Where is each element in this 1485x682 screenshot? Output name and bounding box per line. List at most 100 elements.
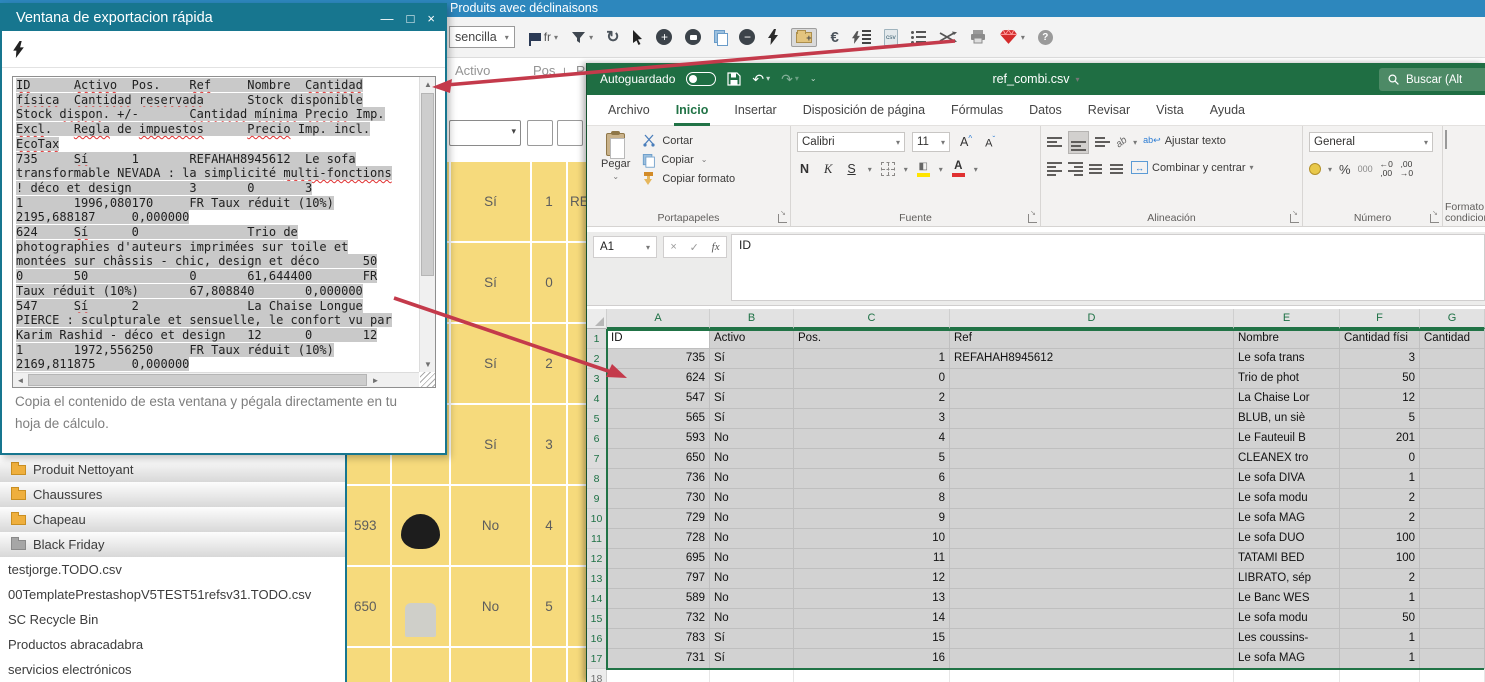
cell-F14[interactable]: 1 bbox=[1340, 589, 1420, 609]
cut-button[interactable]: Cortar bbox=[642, 131, 735, 150]
conditional-formatting-icon[interactable] bbox=[1445, 130, 1447, 149]
vertical-scrollbar[interactable]: ▲ ▼ bbox=[419, 77, 435, 372]
cell-activo[interactable]: No bbox=[451, 567, 530, 646]
tab-ayuda[interactable]: Ayuda bbox=[1197, 95, 1258, 126]
maximize-button[interactable]: □ bbox=[407, 11, 415, 26]
column-header-B[interactable]: B bbox=[710, 309, 794, 329]
cell-A1[interactable]: ID bbox=[607, 329, 710, 349]
align-right-button[interactable] bbox=[1068, 162, 1083, 176]
horizontal-scrollbar[interactable]: ◄ ► bbox=[13, 372, 419, 387]
cell-G1[interactable]: Cantidad bbox=[1420, 329, 1485, 349]
cell-F1[interactable]: Cantidad físi bbox=[1340, 329, 1420, 349]
accounting-format-button[interactable] bbox=[1309, 163, 1321, 175]
tab-datos[interactable]: Datos bbox=[1016, 95, 1075, 126]
cell-ref[interactable] bbox=[568, 405, 586, 484]
cell-D13[interactable] bbox=[950, 569, 1234, 589]
product-image-chair[interactable] bbox=[392, 567, 449, 646]
row-header-7[interactable]: 7 bbox=[587, 449, 607, 469]
cell-C4[interactable]: 2 bbox=[794, 389, 950, 409]
cell-E17[interactable]: Le sofa MAG bbox=[1234, 649, 1340, 669]
cell-D17[interactable] bbox=[950, 649, 1234, 669]
sidebar-item[interactable]: Chaussures bbox=[0, 482, 345, 507]
cell-ref[interactable] bbox=[568, 648, 586, 682]
cell-G15[interactable] bbox=[1420, 609, 1485, 629]
scroll-right-icon[interactable]: ► bbox=[368, 373, 383, 388]
select-all-corner[interactable] bbox=[587, 309, 607, 329]
row-header-12[interactable]: 12 bbox=[587, 549, 607, 569]
cell-id[interactable]: 650 bbox=[347, 567, 390, 646]
cell-E4[interactable]: La Chaise Lor bbox=[1234, 389, 1340, 409]
cell-D6[interactable] bbox=[950, 429, 1234, 449]
scroll-left-icon[interactable]: ◄ bbox=[13, 373, 28, 388]
cell-G16[interactable] bbox=[1420, 629, 1485, 649]
tab-disposici-n-de-p-gina[interactable]: Disposición de página bbox=[790, 95, 938, 126]
cell-F18[interactable] bbox=[1340, 669, 1420, 682]
cell-D16[interactable] bbox=[950, 629, 1234, 649]
cell-B2[interactable]: Sí bbox=[710, 349, 794, 369]
close-button[interactable]: × bbox=[427, 11, 435, 26]
paste-button[interactable]: Pegar ⌄ bbox=[593, 131, 638, 188]
fill-color-button[interactable]: ◧ bbox=[917, 162, 930, 177]
export-textarea[interactable]: ID Activo Pos. Ref Nombre Cantidad físic… bbox=[12, 76, 436, 388]
cell-D14[interactable] bbox=[950, 589, 1234, 609]
cell-E14[interactable]: Le Banc WES bbox=[1234, 589, 1340, 609]
cell-pos[interactable]: 4 bbox=[532, 486, 566, 565]
cell-G5[interactable] bbox=[1420, 409, 1485, 429]
cell-D15[interactable] bbox=[950, 609, 1234, 629]
cell-A14[interactable]: 589 bbox=[607, 589, 710, 609]
cell-C9[interactable]: 8 bbox=[794, 489, 950, 509]
select-cursor-button[interactable] bbox=[632, 30, 643, 45]
cell-D10[interactable] bbox=[950, 509, 1234, 529]
cell-D18[interactable] bbox=[950, 669, 1234, 682]
row-header-16[interactable]: 16 bbox=[587, 629, 607, 649]
cell-A12[interactable]: 695 bbox=[607, 549, 710, 569]
formula-input[interactable]: ID bbox=[731, 234, 1485, 301]
cell-F16[interactable]: 1 bbox=[1340, 629, 1420, 649]
cell-D8[interactable] bbox=[950, 469, 1234, 489]
cell-B10[interactable]: No bbox=[710, 509, 794, 529]
document-title[interactable]: ref_combi.csv ▾ bbox=[587, 63, 1485, 95]
cell-pos[interactable]: 5 bbox=[532, 567, 566, 646]
cell-C6[interactable]: 4 bbox=[794, 429, 950, 449]
bulk-actions-button[interactable] bbox=[852, 30, 871, 44]
product-image-bowl[interactable] bbox=[392, 486, 449, 565]
cell-pos[interactable]: 2 bbox=[532, 324, 566, 403]
number-format-select[interactable]: General ▾ bbox=[1309, 132, 1433, 152]
cell-pos[interactable] bbox=[532, 648, 566, 682]
cell-G14[interactable] bbox=[1420, 589, 1485, 609]
row-header-11[interactable]: 11 bbox=[587, 529, 607, 549]
cell-ref[interactable] bbox=[568, 567, 586, 646]
font-name-select[interactable]: Calibri ▾ bbox=[797, 132, 905, 152]
cell-C16[interactable]: 15 bbox=[794, 629, 950, 649]
cell-F10[interactable]: 2 bbox=[1340, 509, 1420, 529]
remove-button[interactable]: − bbox=[739, 29, 755, 45]
borders-button[interactable] bbox=[881, 162, 895, 176]
row-header-18[interactable]: 18 bbox=[587, 669, 607, 682]
tab-revisar[interactable]: Revisar bbox=[1075, 95, 1143, 126]
row-header-17[interactable]: 17 bbox=[587, 649, 607, 669]
decrease-indent-button[interactable] bbox=[1089, 164, 1104, 174]
cell-D2[interactable]: REFAHAH8945612 bbox=[950, 349, 1234, 369]
cell-F12[interactable]: 100 bbox=[1340, 549, 1420, 569]
wrap-text-button[interactable]: ab↩ Ajustar texto bbox=[1143, 130, 1226, 152]
cell-B7[interactable]: No bbox=[710, 449, 794, 469]
cell-activo[interactable]: Sí bbox=[451, 324, 530, 403]
scroll-up-icon[interactable]: ▲ bbox=[420, 77, 436, 92]
increase-indent-button[interactable] bbox=[1110, 164, 1125, 174]
cell-C11[interactable]: 10 bbox=[794, 529, 950, 549]
filter-button[interactable]: ▾ bbox=[571, 31, 593, 44]
grid-header-ref[interactable]: R bbox=[576, 63, 585, 78]
cell-F9[interactable]: 2 bbox=[1340, 489, 1420, 509]
cell-D5[interactable] bbox=[950, 409, 1234, 429]
cell-G2[interactable] bbox=[1420, 349, 1485, 369]
comma-format-button[interactable]: 000 bbox=[1358, 164, 1373, 174]
font-dialog-launcher[interactable] bbox=[1028, 214, 1037, 223]
cell-B4[interactable]: Sí bbox=[710, 389, 794, 409]
clipboard-dialog-launcher[interactable] bbox=[778, 214, 787, 223]
cell-A15[interactable]: 732 bbox=[607, 609, 710, 629]
cell-activo[interactable]: Sí bbox=[451, 405, 530, 484]
column-header-A[interactable]: A bbox=[607, 309, 710, 329]
gem-menu-button[interactable]: ▾ bbox=[999, 29, 1025, 45]
cell-D9[interactable] bbox=[950, 489, 1234, 509]
filter-activo-select[interactable] bbox=[449, 120, 521, 146]
